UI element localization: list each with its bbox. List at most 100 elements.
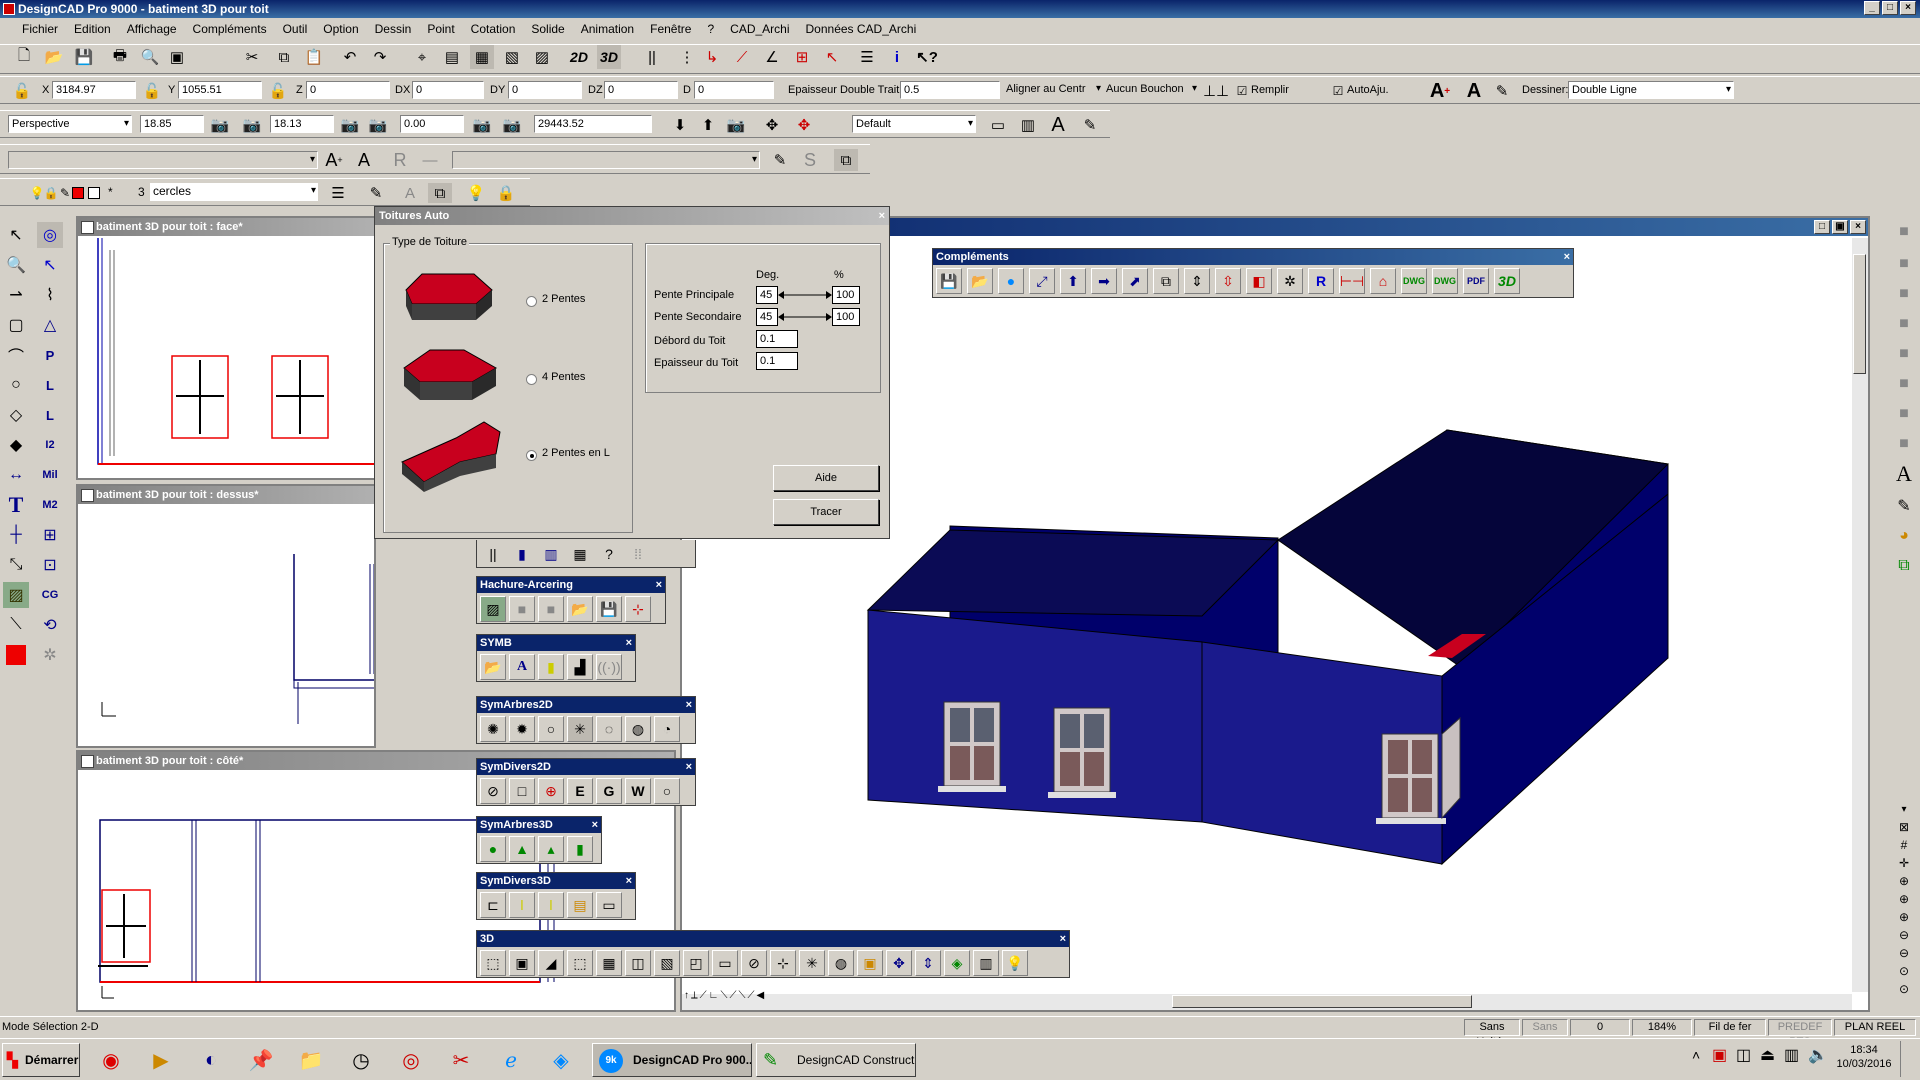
projection-select[interactable]: Perspective — [8, 115, 132, 133]
select-pointer-icon[interactable]: ↖ — [3, 222, 29, 248]
d-input[interactable]: 0 — [694, 81, 774, 99]
close-button[interactable]: × — [1900, 1, 1916, 15]
angle-icon[interactable]: ∠ — [760, 45, 784, 69]
color-swatch[interactable] — [3, 642, 29, 668]
print-preview-icon[interactable]: 🔍 — [138, 45, 162, 69]
new-file-icon[interactable]: 🗋 — [12, 45, 36, 69]
view-3d-vscrollbar[interactable] — [1852, 238, 1868, 992]
paste-icon[interactable]: 📋 — [302, 45, 326, 69]
stretch-icon[interactable]: ⇳ — [1215, 268, 1241, 294]
tracer-button[interactable]: Tracer — [773, 499, 879, 525]
right-zoom-6-icon[interactable]: ⊙ — [1892, 964, 1916, 978]
arrow-up-icon[interactable]: ⬆ — [1060, 268, 1086, 294]
p3d-plane-icon[interactable]: ⬚ — [480, 950, 506, 976]
properties-icon[interactable]: ☰ — [855, 45, 879, 69]
font-select[interactable] — [8, 151, 318, 169]
hatch-folder-icon[interactable]: 📂 — [567, 596, 593, 622]
fill-pattern-icon[interactable]: ⊥⊥ — [1203, 81, 1229, 101]
mini-tool-8-icon[interactable]: ⟋ — [747, 990, 754, 1008]
roof-red-icon[interactable]: ⌂ — [1370, 268, 1396, 294]
explorer-folder-icon[interactable]: 📁 — [294, 1043, 328, 1077]
tree-2d-4-icon[interactable]: ✳ — [567, 716, 593, 742]
redraw-icon[interactable]: ▤ — [440, 45, 464, 69]
symb-text-icon[interactable]: A — [509, 654, 535, 680]
point-m2-icon[interactable]: M2 — [37, 492, 63, 518]
menu-fenetre[interactable]: Fenêtre — [642, 22, 699, 36]
menu-dessin[interactable]: Dessin — [367, 22, 420, 36]
s-icon[interactable]: S — [798, 149, 822, 171]
palette-3d-close[interactable]: × — [1060, 931, 1066, 947]
right-text-icon[interactable]: A — [1892, 461, 1916, 486]
view-value-4[interactable]: 29443.52 — [534, 115, 652, 133]
epaisseur-toit-input[interactable]: 0.1 — [756, 352, 798, 370]
axis-arrows-icon[interactable]: ↳ — [700, 45, 724, 69]
copy-rect-icon[interactable]: ⧉ — [1153, 268, 1179, 294]
tree-3d-column-icon[interactable]: ▮ — [567, 836, 593, 862]
pente-secondaire-pct-input[interactable]: 100 — [832, 308, 860, 326]
three-d-green-icon[interactable]: 3D — [1494, 268, 1520, 294]
minimize-button[interactable]: _ — [1864, 1, 1880, 15]
mini-tool-7-icon[interactable]: ⟍ — [738, 990, 745, 1008]
hatch-tool-icon[interactable]: ▨ — [3, 582, 29, 608]
clock-app-icon[interactable]: ◷ — [344, 1043, 378, 1077]
lock-y-icon[interactable]: 🔓 — [140, 81, 164, 101]
lamp-3d-2-icon[interactable]: ǀ — [538, 892, 564, 918]
transfer-icon[interactable]: ⧉ — [834, 149, 858, 171]
menu-outil[interactable]: Outil — [275, 22, 316, 36]
menu-donnees-cad-archi[interactable]: Données CAD_Archi — [798, 22, 925, 36]
dotted-lines-icon[interactable]: ⋮ — [675, 45, 699, 69]
symb-light-icon[interactable]: ▮ — [538, 654, 564, 680]
move-down-icon[interactable]: ⬇ — [668, 115, 692, 135]
p3d-align-icon[interactable]: ⇕ — [915, 950, 941, 976]
info-icon[interactable]: i — [885, 45, 909, 69]
p3d-node-icon[interactable]: ⊹ — [770, 950, 796, 976]
layer-pattern-swatch[interactable] — [88, 187, 100, 199]
zoom-icon[interactable]: 🔍 — [3, 252, 29, 278]
radio-2-pentes[interactable] — [526, 296, 537, 307]
undo-icon[interactable]: ↶ — [338, 45, 362, 69]
pdf-export-blue-icon[interactable]: PDF — [1463, 268, 1489, 294]
dz-input[interactable]: 0 — [604, 81, 678, 99]
text-box-icon[interactable]: ▭ — [986, 115, 1010, 135]
palette-symdivers2d[interactable]: SymDivers2D × ⊘ □ ⊕ E G W ○ — [476, 758, 696, 806]
point-l-icon[interactable]: L — [37, 372, 63, 398]
right-zoom-1-icon[interactable]: ⊕ — [1892, 874, 1916, 888]
text-style-icon-2[interactable]: A — [352, 149, 376, 171]
hatch-solid-2-icon[interactable]: ■ — [538, 596, 564, 622]
aide-button[interactable]: Aide — [773, 465, 879, 491]
pdf-export-icon[interactable]: ▣ — [165, 45, 189, 69]
cross-tool-icon[interactable]: ┼ — [3, 522, 29, 548]
window-face[interactable]: batiment 3D pour toit : face* — [76, 216, 378, 480]
view-3d-hscrollbar[interactable] — [682, 994, 1852, 1010]
layers-icon[interactable]: ▧ — [500, 45, 524, 69]
debord-input[interactable]: 0.1 — [756, 330, 798, 348]
text-size-up-icon-2[interactable]: A + — [322, 149, 346, 171]
line-tool-icon[interactable]: ⇀ — [3, 282, 29, 308]
text-size-up-icon[interactable]: A + — [1428, 79, 1452, 103]
tree-2d-3-icon[interactable]: ○ — [538, 716, 564, 742]
circle-slash-icon[interactable]: ⊘ — [480, 778, 506, 804]
menu-cotation[interactable]: Cotation — [463, 22, 524, 36]
tree-2d-7-icon[interactable]: ◔ — [654, 716, 680, 742]
text-style-select[interactable] — [452, 151, 760, 169]
point-i2-icon[interactable]: I2 — [37, 432, 63, 458]
select-arrow-icon[interactable]: ↖ — [820, 45, 844, 69]
right-zoom-7-icon[interactable]: ⊙ — [1892, 982, 1916, 996]
mini-tool-5-icon[interactable]: ⟍ — [720, 990, 727, 1008]
select-arrow-blue-icon[interactable]: ↖ — [37, 252, 63, 278]
right-zoom-5-icon[interactable]: ⊖ — [1892, 946, 1916, 960]
save-green-icon[interactable]: 💾 — [936, 268, 962, 294]
dialog-toitures-auto[interactable]: Toitures Auto × Type de Toiture 2 Pentes … — [374, 206, 890, 539]
p3d-cube-icon[interactable]: ⬚ — [567, 950, 593, 976]
palette-symdivers3d-close[interactable]: × — [626, 873, 632, 889]
tray-acrobat-icon[interactable]: ▣ — [1712, 1045, 1727, 1065]
p3d-sphere-icon[interactable]: ⊘ — [741, 950, 767, 976]
brush-icon[interactable]: ✎ — [1078, 115, 1102, 135]
p3d-star-icon[interactable]: ✳ — [799, 950, 825, 976]
palette-symarbres2d-close[interactable]: × — [686, 697, 692, 713]
dessiner-select[interactable]: Double Ligne — [1568, 81, 1734, 99]
p3d-screen-icon[interactable]: ▭ — [712, 950, 738, 976]
layer-brush-icon[interactable]: ✎ — [364, 183, 388, 203]
r-icon[interactable]: R — [388, 149, 412, 171]
palette-symarbres3d-close[interactable]: × — [592, 817, 598, 833]
